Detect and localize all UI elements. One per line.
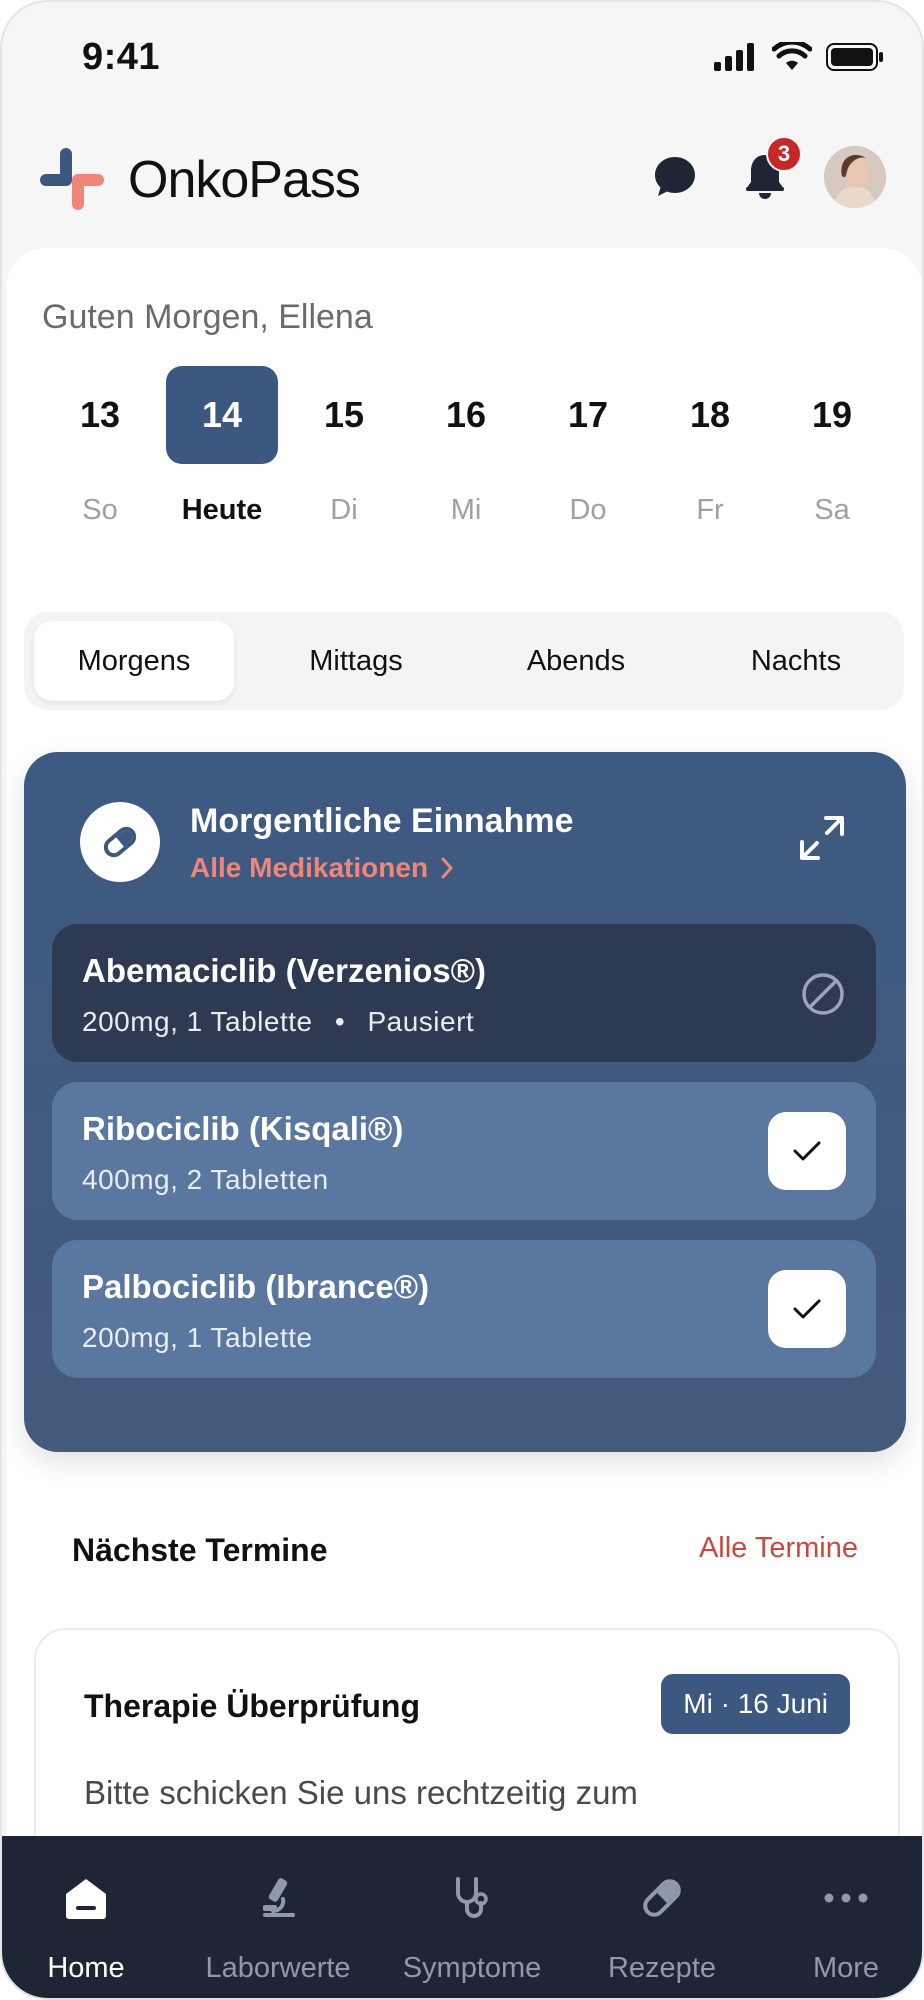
onkopass-logo-icon [40, 148, 104, 210]
battery-icon [826, 43, 883, 71]
segment-nachts[interactable]: Nachts [696, 621, 896, 701]
user-avatar-icon [824, 146, 886, 208]
notification-count-badge: 3 [766, 136, 802, 172]
tab-label: More [812, 1952, 880, 1984]
bottom-tab-bar: Home Laborwerte Symptome Rezepte More [2, 1836, 922, 1998]
appointment-title: Therapie Überprüfung [84, 1688, 421, 1724]
medication-name: Ribociclib (Kisqali®) [82, 1110, 404, 1147]
appointment-date-badge: Mi · 16 Juni [661, 1674, 850, 1734]
checkmark-icon [793, 1141, 821, 1161]
tab-label: Rezepte [607, 1952, 716, 1984]
day-16[interactable]: 16 Mi [410, 366, 522, 546]
day-number: 15 [323, 394, 365, 435]
day-15[interactable]: 15 Di [288, 366, 400, 546]
week-day-picker: 13 So 14 Heute 15 Di 16 Mi 17 Do 18 Fr 1… [30, 366, 900, 546]
tab-home[interactable]: Home [2, 1836, 178, 1998]
stethoscope-icon [442, 1868, 502, 1928]
day-number: 14 [166, 366, 278, 464]
day-number: 13 [79, 394, 121, 435]
notifications-button[interactable]: 3 [732, 136, 802, 210]
day-number: 19 [811, 394, 853, 435]
day-number: 16 [445, 394, 487, 435]
day-18[interactable]: 18 Fr [654, 366, 766, 546]
phone-screen: 9:41 OnkoPass 3 Guten Morgen, Ellena 13 … [0, 0, 924, 2000]
tab-rezepte[interactable]: Rezepte [570, 1836, 754, 1998]
tab-symptome[interactable]: Symptome [380, 1836, 564, 1998]
card-title: Morgentliche Einnahme [190, 802, 574, 840]
medication-dose: 400mg, 2 Tabletten [82, 1164, 329, 1195]
tab-label: Symptome [402, 1952, 542, 1984]
chat-bubble-icon [655, 157, 695, 196]
paused-icon [802, 973, 844, 1015]
day-label: So [82, 494, 118, 526]
app-header: OnkoPass 3 [2, 132, 922, 232]
taken-checkbox[interactable] [768, 1270, 846, 1348]
day-label: Fr [696, 494, 724, 526]
tab-label: Home [47, 1952, 125, 1984]
microscope-icon [248, 1868, 308, 1928]
status-text: Pausiert [367, 1006, 475, 1037]
pill-icon [632, 1868, 692, 1928]
day-label: Di [330, 494, 358, 526]
medication-item-abemaciclib[interactable]: Abemaciclib (Verzenios®) 200mg, 1 Tablet… [52, 924, 876, 1062]
day-number: 17 [567, 394, 609, 435]
tab-more[interactable]: More [754, 1836, 922, 1998]
more-icon [816, 1868, 876, 1928]
home-icon [56, 1868, 116, 1928]
time-of-day-segmented-control: Morgens Mittags Abends Nachts [24, 612, 904, 710]
checkmark-icon [793, 1299, 821, 1319]
avatar[interactable] [824, 146, 886, 208]
day-13[interactable]: 13 So [44, 366, 156, 546]
appointment-description: Bitte schicken Sie uns rechtzeitig zum [84, 1774, 638, 1811]
greeting-text: Guten Morgen, Ellena [42, 298, 373, 336]
medication-dose: 200mg, 1 Tablette [82, 1322, 313, 1353]
day-19[interactable]: 19 Sa [776, 366, 888, 546]
wifi-icon [772, 42, 812, 70]
separator-dot: • [334, 1006, 346, 1037]
medication-item-palbociclib[interactable]: Palbociclib (Ibrance®) 200mg, 1 Tablette [52, 1240, 876, 1378]
taken-checkbox[interactable] [768, 1112, 846, 1190]
pill-icon [103, 826, 137, 858]
day-14-today[interactable]: 14 Heute [166, 366, 278, 546]
tab-laborwerte[interactable]: Laborwerte [186, 1836, 370, 1998]
segment-abends[interactable]: Abends [476, 621, 676, 701]
appointments-section-title: Nächste Termine [72, 1532, 328, 1568]
medication-name: Palbociclib (Ibrance®) [82, 1268, 430, 1305]
app-title: OnkoPass [128, 151, 361, 209]
expand-icon[interactable] [798, 814, 846, 862]
all-medications-label: Alle Medikationen [190, 852, 429, 883]
day-label: Do [569, 494, 607, 526]
status-time: 9:41 [82, 36, 161, 78]
chat-button[interactable] [642, 144, 708, 210]
day-number: 18 [689, 394, 731, 435]
medication-dose: 200mg, 1 Tablette • Pausiert [82, 1006, 474, 1038]
day-label: Mi [450, 494, 482, 526]
day-label: Heute [181, 494, 263, 526]
status-icons [714, 42, 884, 72]
segment-morgens[interactable]: Morgens [34, 621, 234, 701]
all-appointments-link[interactable]: Alle Termine [699, 1532, 858, 1565]
main-sheet: Guten Morgen, Ellena 13 So 14 Heute 15 D… [6, 248, 922, 1998]
medication-item-ribociclib[interactable]: Ribociclib (Kisqali®) 400mg, 2 Tabletten [52, 1082, 876, 1220]
status-bar: 9:41 [2, 2, 922, 112]
medication-name: Abemaciclib (Verzenios®) [82, 952, 486, 989]
chevron-right-icon [441, 857, 453, 879]
medication-card: Morgentliche Einnahme Alle Medikationen … [24, 752, 906, 1452]
segment-mittags[interactable]: Mittags [256, 621, 456, 701]
dose-text: 200mg, 1 Tablette [82, 1006, 313, 1037]
signal-icon [714, 43, 754, 71]
tab-label: Laborwerte [205, 1952, 351, 1984]
all-medications-link[interactable]: Alle Medikationen [190, 852, 454, 884]
pill-badge [80, 802, 160, 882]
day-17[interactable]: 17 Do [532, 366, 644, 546]
day-label: Sa [814, 494, 850, 526]
